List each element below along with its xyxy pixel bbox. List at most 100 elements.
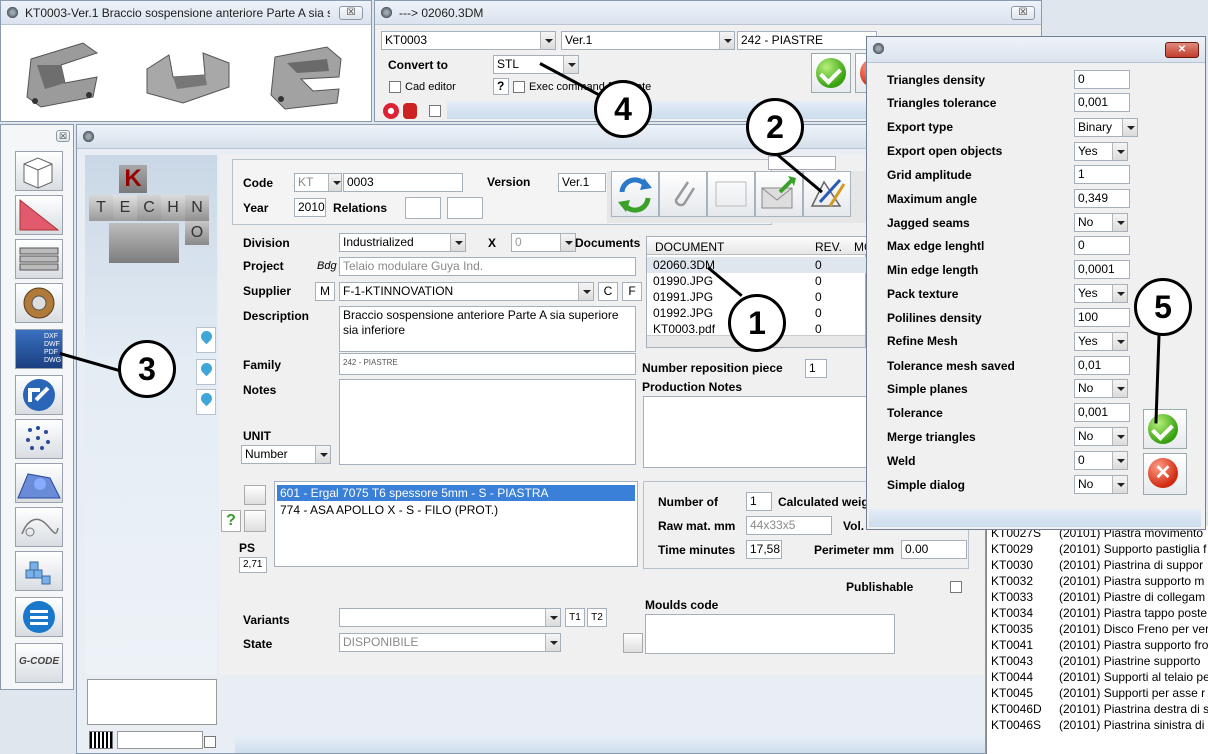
variants-select[interactable]: [339, 608, 561, 627]
jagged-seams-select[interactable]: No: [1074, 213, 1128, 232]
doc-header-rev[interactable]: REV.: [815, 240, 842, 254]
unit-select[interactable]: Number: [241, 445, 331, 464]
relations-input-1[interactable]: [405, 197, 441, 219]
list-item[interactable]: KT0046S (20101) Piastrina sinistra di: [991, 718, 1208, 734]
supplier-select[interactable]: F-1-KTINNOVATION: [339, 282, 594, 301]
cad-editor-checkbox[interactable]: [389, 81, 401, 93]
list-item[interactable]: KT0032 (20101) Piastra supporto m: [991, 574, 1208, 590]
code-prefix-select[interactable]: KT: [294, 173, 342, 192]
refresh-small-icon-2[interactable]: [244, 510, 266, 532]
maximum-angle-input[interactable]: 0,349: [1074, 189, 1130, 208]
weld-select[interactable]: 0: [1074, 451, 1128, 470]
refresh-small-icon[interactable]: [244, 485, 266, 505]
pack-texture-select[interactable]: Yes: [1074, 284, 1128, 303]
close-icon[interactable]: ☒: [1011, 6, 1035, 20]
x-select[interactable]: 0: [511, 233, 576, 252]
grid-amplitude-input[interactable]: 1: [1074, 165, 1130, 184]
triangle-tool-icon[interactable]: [15, 195, 63, 235]
simple-planes-select[interactable]: No: [1074, 379, 1128, 398]
voxel-tool-icon[interactable]: [15, 551, 63, 591]
location-pin-icon[interactable]: [196, 389, 216, 415]
location-pin-icon[interactable]: [196, 359, 216, 385]
gear-tool-icon[interactable]: [15, 283, 63, 323]
option-checkbox[interactable]: [429, 105, 441, 117]
refine-mesh-select[interactable]: Yes: [1074, 332, 1128, 351]
list-item[interactable]: KT0044 (20101) Supporti al telaio pe: [991, 670, 1208, 686]
triangles-density-input[interactable]: 0: [1074, 70, 1130, 89]
export-ok-button[interactable]: [1143, 409, 1187, 449]
doc-header-document[interactable]: DOCUMENT: [655, 240, 724, 254]
material-row[interactable]: 601 - Ergal 7075 T6 spessore 5mm - S - P…: [277, 485, 635, 501]
relations-input-2[interactable]: [447, 197, 483, 219]
close-icon[interactable]: ☒: [56, 130, 70, 142]
sketch-tool-icon[interactable]: [15, 507, 63, 547]
max-edge-length-input[interactable]: 0: [1074, 236, 1130, 255]
part-thumbnail-1[interactable]: [21, 39, 103, 111]
version-select[interactable]: Ver.1: [561, 31, 735, 50]
polilines-density-input[interactable]: 100: [1074, 308, 1130, 327]
list-item[interactable]: KT0035 (20101) Disco Freno per ver: [991, 622, 1208, 638]
production-notes-textarea[interactable]: [643, 396, 873, 468]
triangles-tolerance-input[interactable]: 0,001: [1074, 93, 1130, 112]
material-row[interactable]: 774 - ASA APOLLO X - S - FILO (PROT.): [277, 502, 635, 518]
export-3d-button[interactable]: [803, 171, 851, 217]
materials-list[interactable]: 601 - Ergal 7075 T6 spessore 5mm - S - P…: [274, 481, 638, 567]
list-item[interactable]: KT0030 (20101) Piastrina di suppor: [991, 558, 1208, 574]
refresh-button[interactable]: [611, 171, 659, 217]
merge-triangles-select[interactable]: No: [1074, 427, 1128, 446]
list-item[interactable]: KT0045 (20101) Supporti per asse r: [991, 686, 1208, 702]
convert-ok-button[interactable]: [811, 53, 851, 93]
convert-format-select[interactable]: STL: [493, 55, 579, 74]
gcode-tool-button[interactable]: G-CODE: [15, 643, 63, 683]
list-item[interactable]: KT0033 (20101) Piastre di collegam: [991, 590, 1208, 606]
point-cloud-tool-icon[interactable]: [15, 419, 63, 459]
close-icon[interactable]: ☒: [339, 6, 363, 20]
file-formats-tool-icon[interactable]: DXF DWF PDF DWG: [15, 329, 63, 369]
list-item[interactable]: KT0034 (20101) Piastra tappo poste: [991, 606, 1208, 622]
export-cancel-button[interactable]: ✕: [1143, 453, 1187, 495]
cube-tool-icon[interactable]: [15, 151, 63, 191]
mesh-tool-icon[interactable]: [15, 463, 63, 503]
edit-icon[interactable]: [623, 633, 643, 653]
code-select[interactable]: KT0003: [381, 31, 556, 50]
division-select[interactable]: Industrialized: [339, 233, 466, 252]
family-field[interactable]: 242 - PIASTRE: [737, 31, 877, 50]
barcode-input[interactable]: [117, 731, 203, 749]
list-item[interactable]: KT0041 (20101) Piastra supporto fro: [991, 638, 1208, 654]
state-select[interactable]: DISPONIBILE: [339, 633, 561, 652]
supplier-m-button[interactable]: M: [315, 282, 335, 301]
publishable-checkbox[interactable]: [950, 581, 962, 593]
export-type-select[interactable]: Binary: [1074, 118, 1138, 137]
barcode-checkbox[interactable]: [204, 736, 216, 748]
list-item[interactable]: KT0046D (20101) Piastrina destra di s: [991, 702, 1208, 718]
min-edge-length-input[interactable]: 0,0001: [1074, 260, 1130, 279]
part-thumbnail-3[interactable]: [267, 41, 349, 113]
help-icon[interactable]: ?: [221, 510, 241, 532]
send-mail-button[interactable]: [755, 171, 803, 217]
version-input[interactable]: Ver.1: [558, 173, 606, 192]
pin-red-icon[interactable]: [403, 103, 417, 119]
list-item[interactable]: KT0029 (20101) Supporto pastiglia f: [991, 542, 1208, 558]
export-open-objects-select[interactable]: Yes: [1074, 142, 1128, 161]
part-thumbnail-2[interactable]: [143, 41, 235, 109]
record-icon[interactable]: [383, 103, 399, 119]
t1-button[interactable]: T1: [565, 608, 585, 627]
tolerance-mesh-saved-input[interactable]: 0,01: [1074, 356, 1130, 375]
notes-textarea[interactable]: [339, 379, 636, 465]
raw-mat-input[interactable]: 44x33x5: [746, 516, 832, 535]
description-textarea[interactable]: Braccio sospensione anteriore Parte A si…: [339, 306, 636, 352]
help-button[interactable]: ?: [493, 78, 509, 95]
barcode-icon[interactable]: [89, 731, 113, 749]
number-of-input[interactable]: 1: [746, 492, 772, 511]
tolerance-input[interactable]: 0,001: [1074, 403, 1130, 422]
year-input[interactable]: 2010: [294, 198, 326, 217]
scan-button[interactable]: [707, 171, 755, 217]
items-list[interactable]: KT0027S (20101) Piastra movimento KT0029(…: [986, 526, 1208, 754]
code-input[interactable]: 0003: [343, 173, 463, 192]
family-input[interactable]: 242 - PIASTRE: [339, 353, 636, 375]
project-input[interactable]: Telaio modulare Guya Ind.: [339, 257, 636, 276]
attach-button[interactable]: [659, 171, 707, 217]
perimeter-input[interactable]: 0.00: [901, 540, 967, 559]
tubes-tool-icon[interactable]: [15, 239, 63, 279]
supplier-f-button[interactable]: F: [622, 282, 642, 301]
